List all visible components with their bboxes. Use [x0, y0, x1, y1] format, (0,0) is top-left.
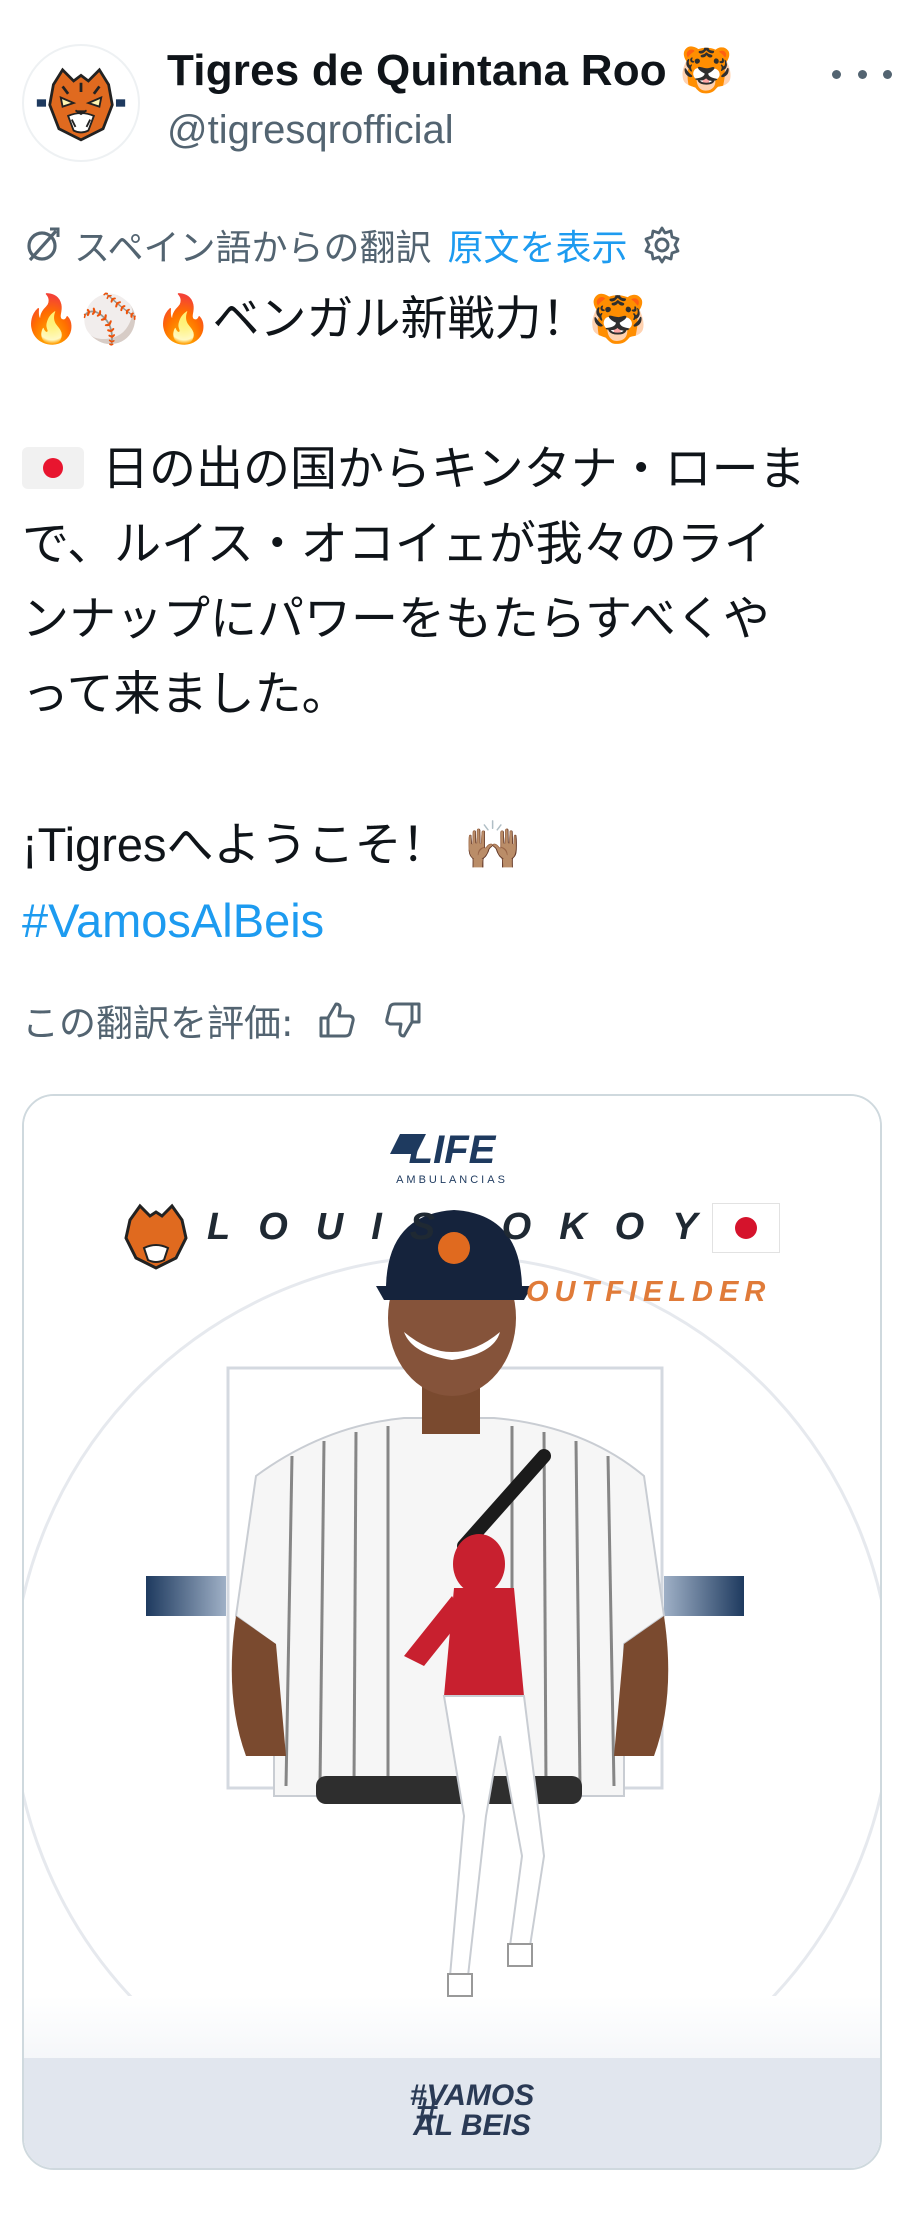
more-options-icon[interactable]: [832, 54, 892, 94]
raised-hands-icon: 🙌🏽: [463, 818, 522, 873]
media-image[interactable]: # LIFE AMBULANCIAS LOUIS OKOYE OUTFIELDE…: [22, 1094, 882, 2170]
tag-line-1: #VAMOS: [409, 2079, 535, 2112]
show-original-link[interactable]: 原文を表示: [447, 219, 627, 271]
sponsor-logo: LIFE: [408, 1128, 496, 1172]
hashtag-link[interactable]: #VamosAlBeis: [22, 883, 882, 958]
translation-rating: この翻訳を評価:: [22, 990, 425, 1050]
translation-bar: スペイン語からの翻訳 原文を表示: [22, 218, 682, 272]
avatar[interactable]: [22, 44, 140, 162]
japan-flag-icon: [22, 447, 84, 489]
more-dot: [832, 69, 841, 79]
tweet-paragraph-line: って来ました。: [22, 667, 349, 722]
tweet-header: Tigres de Quintana Roo 🐯 @tigresqroffici…: [22, 40, 892, 170]
more-dot: [883, 69, 892, 79]
thumbs-up-icon[interactable]: [315, 998, 359, 1042]
translation-label: スペイン語からの翻訳: [74, 228, 432, 269]
sponsor-subtitle: AMBULANCIAS: [396, 1174, 508, 1186]
tag-line-2: AL BEIS: [413, 2109, 531, 2142]
tweet-paragraph-line: 日の出の国からキンタナ・ローま: [22, 432, 882, 507]
rating-label: この翻訳を評価:: [22, 1002, 294, 1045]
tiger-logo-icon: [36, 58, 126, 148]
user-handle[interactable]: @tigresqrofficial: [167, 108, 454, 153]
player-poster-graphic: #: [24, 1096, 880, 2168]
translate-icon: [27, 227, 60, 262]
player-name: LOUIS OKOYE: [207, 1206, 779, 1248]
more-dot: [857, 69, 867, 79]
tweet-paragraph-line: ンナップにパワーをもたらすべくや: [22, 592, 770, 647]
welcome-line: ¡Tigresへようこそ！ 🙌🏽: [22, 818, 522, 873]
thumbs-down-icon[interactable]: [381, 998, 425, 1042]
player-position: OUTFIELDER: [526, 1276, 772, 1308]
display-name[interactable]: Tigres de Quintana Roo 🐯: [167, 44, 734, 96]
tweet-headline: 🔥⚾ 🔥ベンガル新戦力！🐯: [22, 292, 648, 347]
vamos-al-beis-logo: #VAMOS AL BEIS: [24, 2081, 880, 2141]
gear-icon[interactable]: [642, 225, 682, 265]
tweet-text: 🔥⚾ 🔥ベンガル新戦力！🐯 日の出の国からキンタナ・ローま で、ルイス・オコイェ…: [22, 282, 882, 958]
japan-flag-icon: [712, 1203, 780, 1253]
tweet-paragraph-line: で、ルイス・オコイェが我々のライ: [22, 517, 771, 572]
